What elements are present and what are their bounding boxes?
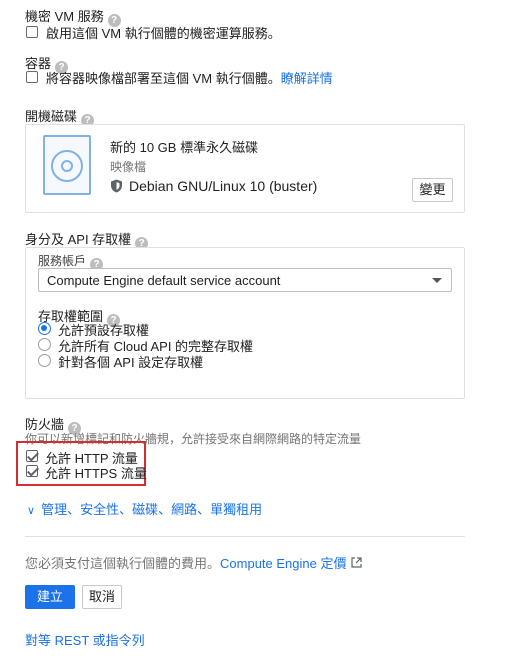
learn-more-link[interactable]: 瞭解詳情 (281, 71, 333, 86)
management-expand-label: 管理、安全性、磁碟、網路、單獨租用 (41, 502, 263, 517)
image-label: 映像檔 (110, 160, 147, 174)
confidential-vm-checkbox[interactable] (26, 26, 38, 38)
cancel-button[interactable]: 取消 (82, 585, 122, 609)
confidential-vm-checkbox-label: 啟用這個 VM 執行個體的機密運算服務。 (46, 26, 281, 41)
disk-name: 新的 10 GB 標準永久磁碟 (110, 140, 259, 155)
container-checkbox[interactable] (26, 71, 38, 83)
dropdown-arrow-icon (432, 278, 442, 283)
boot-disk-card: 新的 10 GB 標準永久磁碟 映像檔 Debian GNU/Linux 10 … (25, 124, 465, 213)
management-expand-link[interactable]: ∨ 管理、安全性、磁碟、網路、單獨租用 (27, 499, 262, 518)
change-button[interactable]: 變更 (412, 178, 453, 202)
confidential-vm-title: 機密 VM 服務 (25, 9, 104, 24)
allow-https-label: 允許 HTTPS 流量 (45, 466, 147, 481)
create-button[interactable]: 建立 (25, 585, 75, 609)
billing-text: 您必須支付這個執行個體的費用。 (25, 556, 221, 571)
external-link-icon[interactable] (351, 557, 363, 568)
boot-disk-title: 開機磁碟 (25, 109, 78, 124)
shield-icon (111, 179, 122, 193)
expand-chevron-icon: ∨ (27, 505, 36, 517)
identity-card: 服務帳戶? Compute Engine default service acc… (25, 247, 465, 399)
scope-radio-full[interactable] (38, 338, 51, 351)
scope-radio-custom[interactable] (38, 354, 51, 367)
pricing-link[interactable]: Compute Engine 定價 (220, 556, 346, 571)
allow-http-checkbox[interactable] (26, 450, 38, 462)
container-checkbox-row: 將容器映像檔部署至這個 VM 執行個體。瞭解詳情 (46, 68, 333, 87)
identity-title: 身分及 API 存取權 (25, 232, 132, 247)
scope-label-custom: 針對各個 API 設定存取權 (58, 355, 204, 370)
scope-radio-default[interactable] (38, 322, 51, 335)
container-checkbox-label: 將容器映像檔部署至這個 VM 執行個體。 (46, 71, 281, 86)
service-account-label: 服務帳戶 (38, 254, 87, 268)
disk-icon (43, 135, 91, 195)
divider (25, 536, 465, 537)
equivalent-rest-link[interactable]: 對等 REST 或指令列 (25, 630, 145, 649)
service-account-value: Compute Engine default service account (47, 273, 281, 288)
service-account-select[interactable]: Compute Engine default service account (38, 268, 452, 292)
image-value-row: Debian GNU/Linux 10 (buster) (110, 178, 317, 194)
allow-https-checkbox[interactable] (26, 465, 38, 477)
image-value: Debian GNU/Linux 10 (buster) (129, 178, 318, 194)
billing-row: 您必須支付這個執行個體的費用。Compute Engine 定價 (25, 553, 363, 572)
